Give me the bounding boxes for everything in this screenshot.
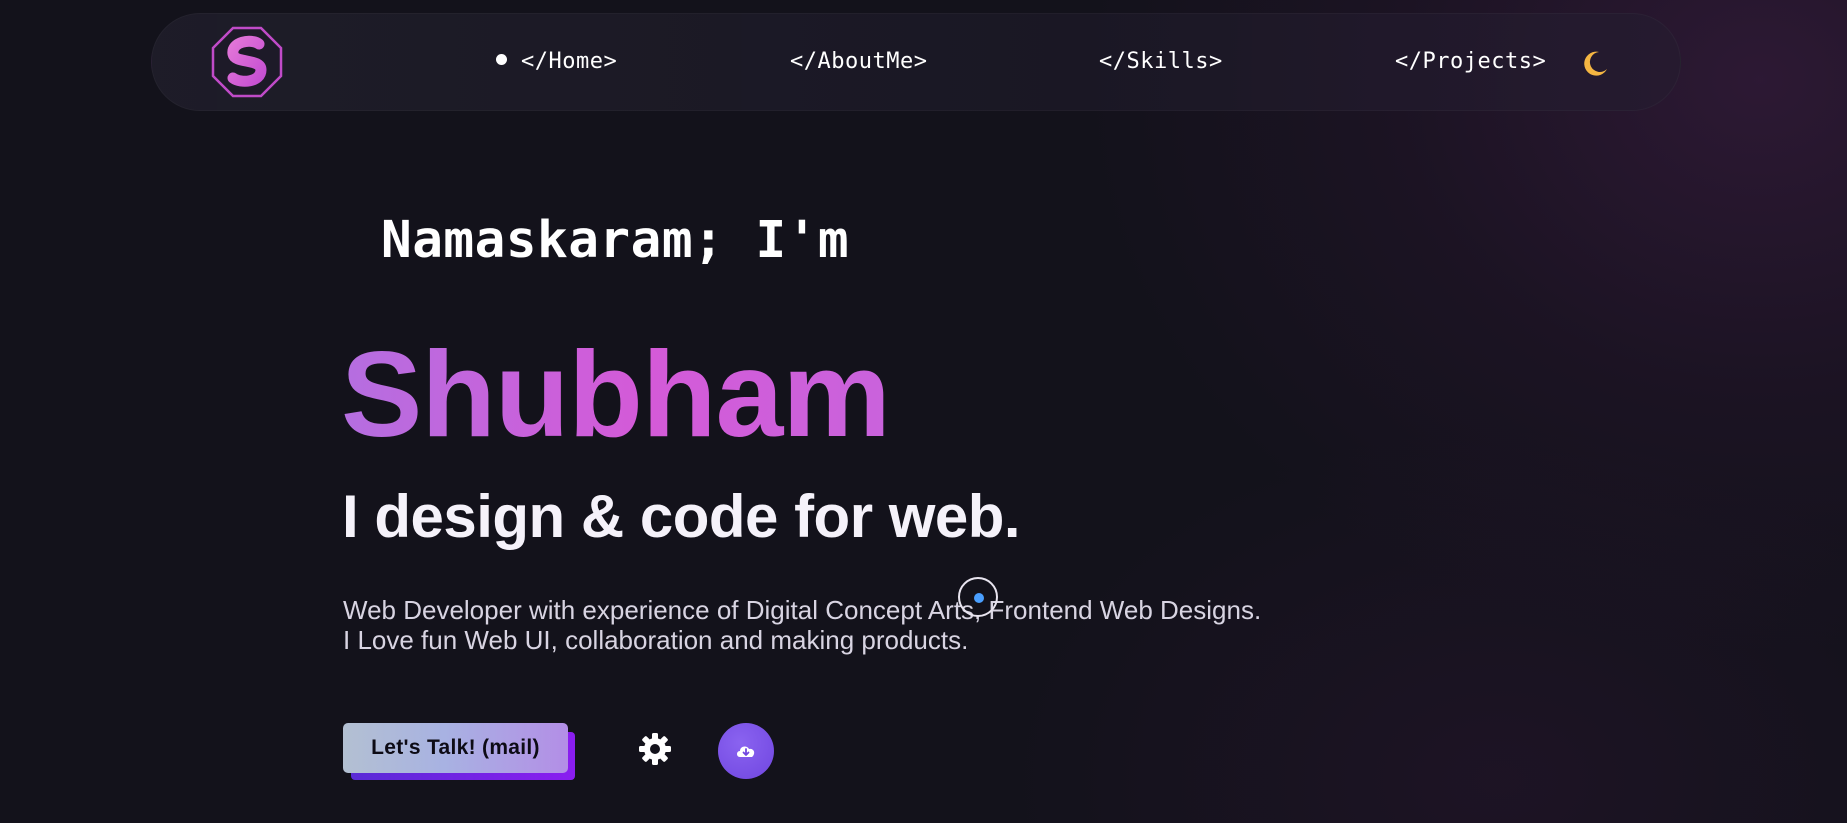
nav-item-home-label: </Home> bbox=[521, 49, 618, 74]
talk-button-wrapper: Let's Talk! (mail) bbox=[343, 723, 575, 781]
gear-icon[interactable] bbox=[637, 731, 673, 767]
nav-links: </Home> </AboutMe> </Skills> </Projects> bbox=[152, 14, 1680, 110]
nav-item-skills[interactable]: </Skills> bbox=[1099, 49, 1223, 74]
hero-tagline: I design & code for web. bbox=[342, 483, 1021, 550]
download-cv-button[interactable] bbox=[718, 723, 774, 779]
nav-item-aboutme[interactable]: </AboutMe> bbox=[790, 49, 927, 74]
cloud-download-icon bbox=[737, 746, 755, 757]
active-dot-icon bbox=[496, 54, 507, 65]
hero-description: Web Developer with experience of Digital… bbox=[343, 595, 1262, 655]
nav-item-skills-label: </Skills> bbox=[1099, 49, 1223, 74]
nav-item-projects[interactable]: </Projects> bbox=[1395, 49, 1546, 74]
navbar: </Home> </AboutMe> </Skills> </Projects> bbox=[151, 13, 1681, 111]
greeting-text: Namaskaram; I'm bbox=[381, 211, 850, 270]
moon-icon[interactable] bbox=[1580, 49, 1610, 79]
nav-item-aboutme-label: </AboutMe> bbox=[790, 49, 928, 74]
nav-item-home[interactable]: </Home> bbox=[496, 49, 617, 74]
hero-name: Shubham bbox=[341, 326, 891, 462]
lets-talk-button[interactable]: Let's Talk! (mail) bbox=[343, 723, 568, 773]
nav-item-projects-label: </Projects> bbox=[1395, 49, 1547, 74]
